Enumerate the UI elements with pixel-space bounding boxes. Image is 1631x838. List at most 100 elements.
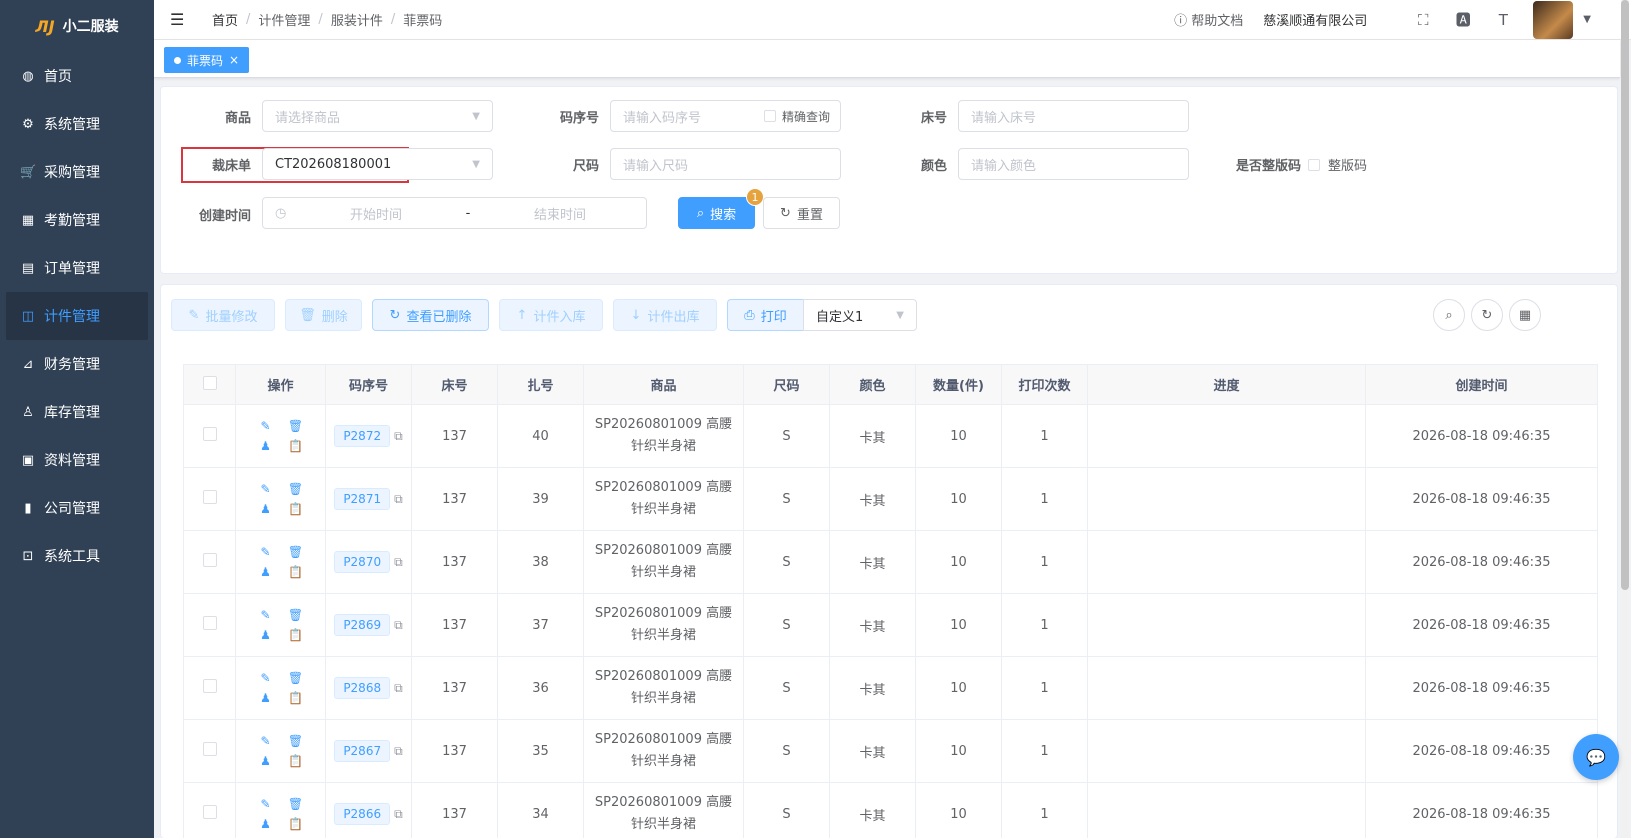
code-tag[interactable]: P2866 bbox=[334, 803, 391, 825]
translate-icon[interactable]: 🅰 bbox=[1453, 9, 1473, 30]
edit-icon[interactable]: ✎ bbox=[258, 545, 274, 559]
copy-icon[interactable]: ⧉ bbox=[394, 744, 403, 758]
edit-icon[interactable]: ✎ bbox=[258, 734, 274, 748]
code-tag[interactable]: P2870 bbox=[334, 551, 391, 573]
search-button[interactable]: ⌕ 搜索 bbox=[678, 197, 755, 229]
avatar[interactable] bbox=[1533, 0, 1574, 39]
clipboard-icon[interactable]: 📋 bbox=[288, 817, 304, 831]
tab-fei-piao-ma[interactable]: 菲票码 × bbox=[164, 47, 250, 73]
user-icon[interactable]: ♟ bbox=[258, 439, 274, 453]
batch-edit-button[interactable]: ✎ 批量修改 bbox=[171, 299, 275, 331]
row-select-cell[interactable] bbox=[183, 782, 236, 838]
code-tag[interactable]: P2871 bbox=[334, 488, 391, 510]
reset-button[interactable]: ↻ 重置 bbox=[763, 197, 840, 229]
sidebar-item-3[interactable]: ▦ 考勤管理 bbox=[0, 196, 154, 244]
copy-icon[interactable]: ⧉ bbox=[394, 429, 403, 443]
user-icon[interactable]: ♟ bbox=[258, 502, 274, 516]
trash-icon[interactable]: 🗑 bbox=[288, 671, 304, 685]
code-input[interactable]: 请输入码序号 精确查询 bbox=[610, 100, 841, 132]
row-checkbox[interactable] bbox=[202, 742, 217, 756]
chat-button[interactable]: 💬 bbox=[1573, 734, 1619, 780]
color-input[interactable]: 请输入颜色 bbox=[958, 148, 1189, 180]
delete-button[interactable]: 🗑 删除 bbox=[285, 299, 362, 331]
table-row[interactable]: ✎ 🗑 ♟ 📋 P2870 ⧉ 137 38 SP20260801009 高腰 针织半身裙 S 卡其 1… bbox=[183, 530, 1598, 594]
sidebar-item-0[interactable]: ◍ 首页 bbox=[0, 52, 154, 100]
logo[interactable]: ЛJ 小二服装 bbox=[0, 0, 154, 52]
stock-out-button[interactable]: ↓ 计件出库 bbox=[613, 299, 717, 331]
trash-icon[interactable]: 🗑 bbox=[288, 419, 304, 433]
table-row[interactable]: ✎ 🗑 ♟ 📋 P2866 ⧉ 137 34 SP20260801009 高腰 针织半身裙 S 卡其 1… bbox=[183, 782, 1598, 838]
user-icon[interactable]: ♟ bbox=[258, 691, 274, 705]
print-button[interactable]: ⎙ 打印 bbox=[727, 299, 804, 331]
row-checkbox[interactable] bbox=[202, 616, 217, 630]
edit-icon[interactable]: ✎ bbox=[258, 419, 274, 433]
columns-button[interactable]: ▦ bbox=[1509, 299, 1541, 331]
page-scrollbar-thumb[interactable] bbox=[1621, 0, 1629, 590]
chevron-down-icon[interactable]: ▼ bbox=[1583, 14, 1591, 25]
bed-input[interactable]: 请输入床号 bbox=[958, 100, 1189, 132]
row-select-cell[interactable] bbox=[183, 467, 236, 531]
row-checkbox[interactable] bbox=[202, 490, 217, 504]
user-icon[interactable]: ♟ bbox=[258, 565, 274, 579]
sidebar-item-6[interactable]: ⊿ 财务管理 bbox=[0, 340, 154, 388]
hamburger-icon[interactable]: ☰ bbox=[170, 10, 190, 29]
close-icon[interactable]: × bbox=[229, 53, 239, 67]
edit-icon[interactable]: ✎ bbox=[258, 797, 274, 811]
exact-query-checkbox[interactable]: 精确查询 bbox=[763, 108, 830, 125]
cut-order-select[interactable]: CT202608180001 ▼ bbox=[262, 148, 493, 180]
edit-icon[interactable]: ✎ bbox=[258, 482, 274, 496]
row-select-cell[interactable] bbox=[183, 656, 236, 720]
help-link[interactable]: ⓘ 帮助文档 bbox=[1174, 10, 1243, 29]
print-template-select[interactable]: 自定义1 ▼ bbox=[803, 299, 917, 331]
code-tag[interactable]: P2867 bbox=[334, 740, 391, 762]
table-row[interactable]: ✎ 🗑 ♟ 📋 P2867 ⧉ 137 35 SP20260801009 高腰 针织半身裙 S 卡其 1… bbox=[183, 719, 1598, 783]
edit-icon[interactable]: ✎ bbox=[258, 608, 274, 622]
code-tag[interactable]: P2868 bbox=[334, 677, 391, 699]
sidebar-item-9[interactable]: ▮ 公司管理 bbox=[0, 484, 154, 532]
code-tag[interactable]: P2872 bbox=[334, 425, 391, 447]
trash-icon[interactable]: 🗑 bbox=[288, 482, 304, 496]
clipboard-icon[interactable]: 📋 bbox=[288, 628, 304, 642]
select-all-checkbox[interactable] bbox=[202, 375, 217, 390]
row-checkbox[interactable] bbox=[202, 805, 217, 819]
trash-icon[interactable]: 🗑 bbox=[288, 545, 304, 559]
date-range-picker[interactable]: ◷ 开始时间 - 结束时间 bbox=[262, 197, 647, 229]
row-select-cell[interactable] bbox=[183, 404, 236, 468]
full-code-checkbox[interactable]: 整版码 bbox=[1308, 155, 1367, 174]
select-all-cell[interactable] bbox=[183, 364, 236, 405]
clipboard-icon[interactable]: 📋 bbox=[288, 691, 304, 705]
sidebar-item-8[interactable]: ▣ 资料管理 bbox=[0, 436, 154, 484]
copy-icon[interactable]: ⧉ bbox=[394, 555, 403, 569]
sidebar-item-7[interactable]: ♙ 库存管理 bbox=[0, 388, 154, 436]
sidebar-item-10[interactable]: ⊡ 系统工具 bbox=[0, 532, 154, 580]
sidebar-item-5[interactable]: ◫ 计件管理 bbox=[6, 292, 148, 340]
table-row[interactable]: ✎ 🗑 ♟ 📋 P2871 ⧉ 137 39 SP20260801009 高腰 针织半身裙 S 卡其 1… bbox=[183, 467, 1598, 531]
search-toggle-button[interactable]: ⌕ bbox=[1433, 299, 1465, 331]
row-select-cell[interactable] bbox=[183, 593, 236, 657]
user-icon[interactable]: ♟ bbox=[258, 754, 274, 768]
refresh-button[interactable]: ↻ bbox=[1471, 299, 1503, 331]
row-checkbox[interactable] bbox=[202, 553, 217, 567]
clipboard-icon[interactable]: 📋 bbox=[288, 439, 304, 453]
view-deleted-button[interactable]: ↻ 查看已删除 bbox=[372, 299, 489, 331]
clipboard-icon[interactable]: 📋 bbox=[288, 754, 304, 768]
copy-icon[interactable]: ⧉ bbox=[394, 681, 403, 695]
row-checkbox[interactable] bbox=[202, 427, 217, 441]
product-select[interactable]: 请选择商品 ▼ bbox=[262, 100, 493, 132]
stock-in-button[interactable]: ↑ 计件入库 bbox=[499, 299, 603, 331]
copy-icon[interactable]: ⧉ bbox=[394, 807, 403, 821]
table-row[interactable]: ✎ 🗑 ♟ 📋 P2868 ⧉ 137 36 SP20260801009 高腰 针织半身裙 S 卡其 1… bbox=[183, 656, 1598, 720]
clipboard-icon[interactable]: 📋 bbox=[288, 502, 304, 516]
copy-icon[interactable]: ⧉ bbox=[394, 492, 403, 506]
sidebar-item-1[interactable]: ⚙ 系统管理 bbox=[0, 100, 154, 148]
trash-icon[interactable]: 🗑 bbox=[288, 797, 304, 811]
breadcrumb-home[interactable]: 首页 bbox=[212, 10, 238, 29]
table-row[interactable]: ✎ 🗑 ♟ 📋 P2872 ⧉ 137 40 SP20260801009 高腰 针织半身裙 S 卡其 1… bbox=[183, 404, 1598, 468]
code-tag[interactable]: P2869 bbox=[334, 614, 391, 636]
font-size-icon[interactable]: T bbox=[1493, 11, 1513, 29]
row-select-cell[interactable] bbox=[183, 719, 236, 783]
trash-icon[interactable]: 🗑 bbox=[288, 608, 304, 622]
row-checkbox[interactable] bbox=[202, 679, 217, 693]
user-icon[interactable]: ♟ bbox=[258, 817, 274, 831]
user-icon[interactable]: ♟ bbox=[258, 628, 274, 642]
